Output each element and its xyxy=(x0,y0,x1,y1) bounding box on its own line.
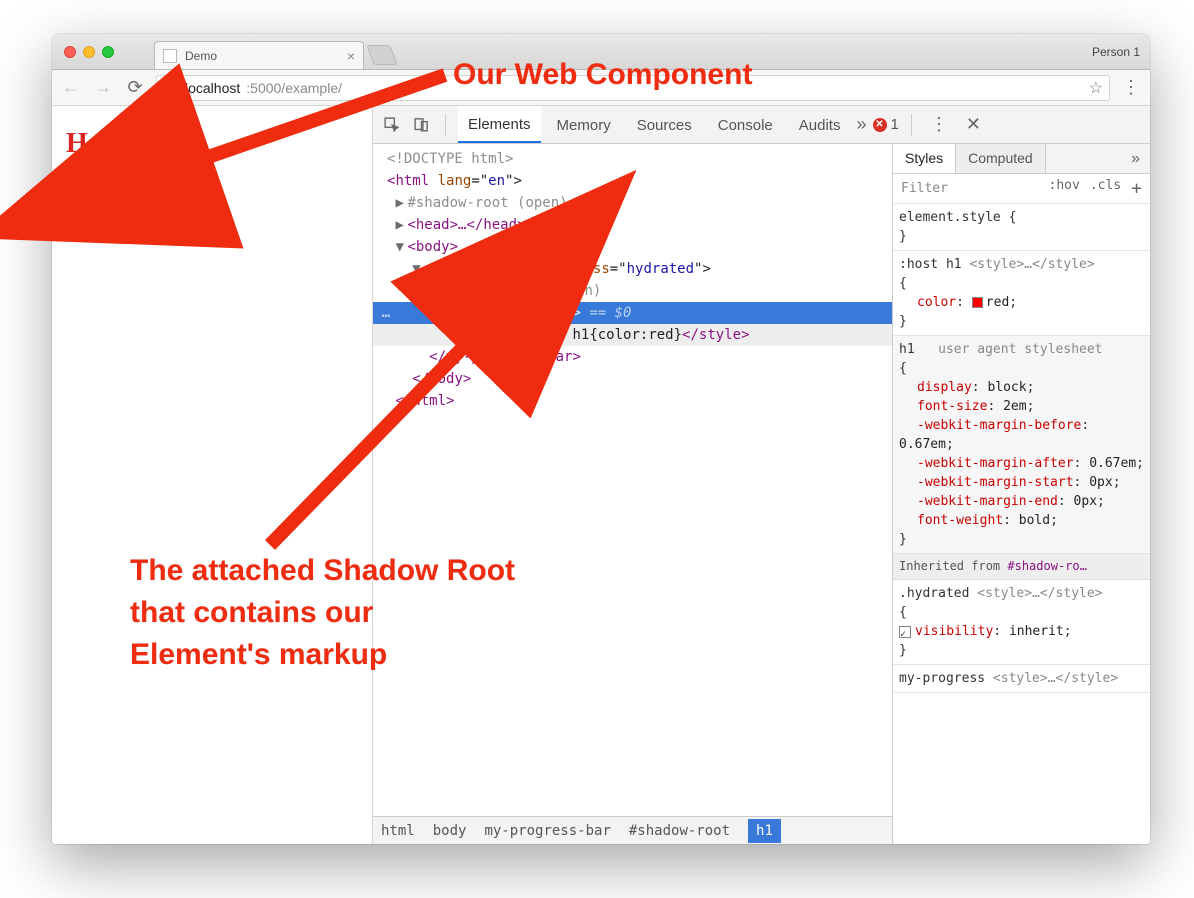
devtools-menu-icon[interactable]: ⋮ xyxy=(924,114,954,135)
crumb-shadow-root[interactable]: #shadow-root xyxy=(629,823,730,839)
devtools-tabbar: Elements Memory Sources Console Audits »… xyxy=(373,106,1150,144)
crumb-body[interactable]: body xyxy=(433,823,467,839)
tab-memory[interactable]: Memory xyxy=(547,107,621,143)
devtools-close-icon[interactable]: ✕ xyxy=(960,114,987,135)
dom-shadow-root-inner[interactable]: #shadow-root (open) xyxy=(441,283,601,299)
rule-hydrated[interactable]: .hydrated <style>…</style> { visibility:… xyxy=(893,580,1150,665)
tab-title: Demo xyxy=(185,49,217,63)
separator xyxy=(445,114,446,136)
styles-rules: element.style { } :host h1 <style>…</sty… xyxy=(893,204,1150,844)
tab-styles[interactable]: Styles xyxy=(893,144,956,173)
dom-doctype: <!DOCTYPE html> xyxy=(387,151,513,167)
styles-pane: Styles Computed » Filter :hov .cls + ele… xyxy=(892,144,1150,844)
separator xyxy=(911,114,912,136)
url-path: :5000/example/ xyxy=(246,80,342,96)
crumb-h1[interactable]: h1 xyxy=(748,819,781,843)
cls-toggle[interactable]: .cls xyxy=(1090,178,1121,199)
close-tab-icon[interactable]: × xyxy=(347,49,355,63)
styles-tabbar: Styles Computed » xyxy=(893,144,1150,174)
dom-style-node[interactable]: <style>:host h1{color:red}</style> xyxy=(373,324,892,346)
reload-button[interactable]: ⟳ xyxy=(124,77,146,98)
select-element-icon[interactable] xyxy=(379,116,403,133)
close-window-button[interactable] xyxy=(64,46,76,58)
page-heading: Hello xyxy=(66,128,358,160)
inherited-from-label: Inherited from #shadow-ro… xyxy=(893,554,1150,580)
site-info-icon[interactable]: i xyxy=(163,80,179,96)
window-titlebar: Demo × Person 1 xyxy=(52,34,1150,70)
crumb-component[interactable]: my-progress-bar xyxy=(484,823,610,839)
color-swatch-icon[interactable] xyxy=(972,297,983,308)
tabs-overflow-icon[interactable]: » xyxy=(856,114,866,135)
profile-label[interactable]: Person 1 xyxy=(1092,45,1140,59)
maximize-window-button[interactable] xyxy=(102,46,114,58)
new-tab-button[interactable] xyxy=(366,45,397,65)
browser-toolbar: ← → ⟳ i localhost :5000/example/ ☆ ⋮ xyxy=(52,70,1150,106)
new-style-rule-icon[interactable]: + xyxy=(1131,178,1142,199)
browser-tab[interactable]: Demo × xyxy=(154,41,364,69)
error-count: 1 xyxy=(891,116,899,133)
browser-window: Demo × Person 1 ← → ⟳ i localhost :5000/e… xyxy=(52,34,1150,844)
hov-toggle[interactable]: :hov xyxy=(1049,178,1080,199)
checkbox-icon[interactable] xyxy=(899,626,911,638)
rule-host-h1[interactable]: :host h1 <style>…</style> { color: red; … xyxy=(893,251,1150,336)
error-counter[interactable]: ✕ 1 xyxy=(873,116,899,133)
dom-tree[interactable]: <!DOCTYPE html> <html lang="en"> ▶#shado… xyxy=(373,144,892,816)
window-controls xyxy=(52,46,114,58)
rule-my-progress[interactable]: my-progress <style>…</style> xyxy=(893,665,1150,693)
address-bar[interactable]: i localhost :5000/example/ ☆ xyxy=(156,75,1110,101)
styles-filter-bar: Filter :hov .cls + xyxy=(893,174,1150,204)
forward-button[interactable]: → xyxy=(92,77,114,98)
crumb-html[interactable]: html xyxy=(381,823,415,839)
tab-computed[interactable]: Computed xyxy=(956,144,1046,173)
page-viewport: Hello xyxy=(52,106,372,844)
rule-element-style[interactable]: element.style { } xyxy=(893,204,1150,251)
styles-tabs-overflow-icon[interactable]: » xyxy=(1121,144,1150,173)
devtools-panel: Elements Memory Sources Console Audits »… xyxy=(372,106,1150,844)
device-toolbar-icon[interactable] xyxy=(409,116,433,133)
breadcrumb: html body my-progress-bar #shadow-root h… xyxy=(373,816,892,844)
dom-shadow-root[interactable]: #shadow-root (open) xyxy=(407,195,567,211)
dom-dollar-zero: == $0 xyxy=(581,305,632,321)
bookmark-star-icon[interactable]: ☆ xyxy=(1089,78,1103,98)
url-host: localhost xyxy=(185,80,240,96)
tab-sources[interactable]: Sources xyxy=(627,107,702,143)
error-icon: ✕ xyxy=(873,118,887,132)
styles-filter-input[interactable]: Filter xyxy=(901,181,948,196)
back-button[interactable]: ← xyxy=(60,77,82,98)
dom-selected-node[interactable]: <h1>Hello</h1> == $0 xyxy=(373,302,892,324)
rule-user-agent-h1[interactable]: h1 user agent stylesheet { display: bloc… xyxy=(893,336,1150,554)
browser-menu-icon[interactable]: ⋮ xyxy=(1120,77,1142,98)
minimize-window-button[interactable] xyxy=(83,46,95,58)
tab-elements[interactable]: Elements xyxy=(458,106,541,143)
file-icon xyxy=(163,49,177,63)
tab-console[interactable]: Console xyxy=(708,107,783,143)
tab-audits[interactable]: Audits xyxy=(789,107,851,143)
